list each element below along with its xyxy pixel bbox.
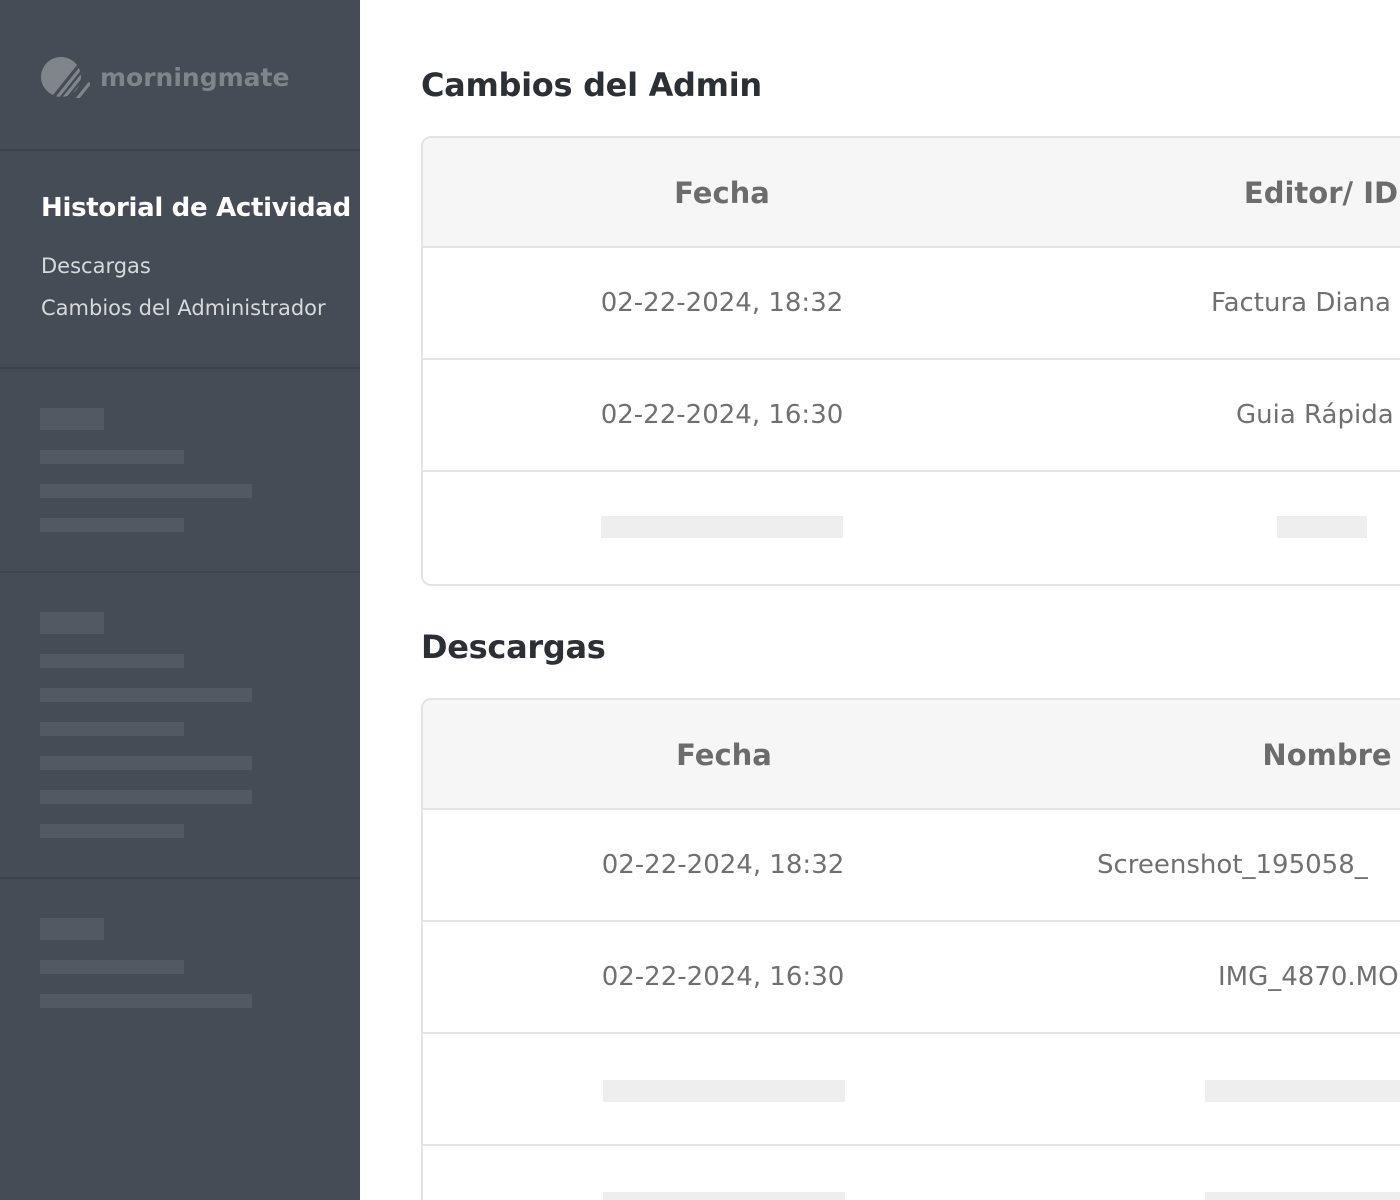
cell-editor: Factura Diana (1211, 288, 1391, 318)
sidebar-skeleton-line (40, 484, 252, 498)
sidebar-skeleton-line (40, 824, 184, 838)
sidebar-link-descargas[interactable]: Descargas (41, 254, 151, 278)
sidebar-skeleton-line (40, 722, 184, 736)
column-header-editor-id[interactable]: Editor/ ID (1244, 138, 1398, 248)
downloads-title: Descargas (421, 628, 606, 666)
table-header: Fecha Nombre (423, 700, 1400, 810)
table-row[interactable]: 02-22-2024, 16:30 IMG_4870.MO (423, 922, 1400, 1034)
sidebar-skeleton-line (40, 654, 184, 668)
cell-placeholder (603, 1192, 845, 1200)
sidebar-divider (0, 571, 360, 573)
cell-placeholder (1277, 516, 1367, 538)
sidebar-skeleton-line (40, 994, 252, 1008)
cell-date: 02-22-2024, 18:32 (601, 850, 845, 880)
sidebar-divider (0, 367, 360, 369)
sidebar-skeleton-line (40, 960, 184, 974)
cell-placeholder (603, 1080, 845, 1102)
sidebar-skeleton-line (40, 790, 252, 804)
column-header-fecha[interactable]: Fecha (676, 700, 772, 810)
morningmate-logo-icon (41, 57, 90, 98)
table-row[interactable]: 02-22-2024, 18:32 Screenshot_195058_ (423, 810, 1400, 922)
sidebar: morningmate Historial de Actividad Desca… (0, 0, 360, 1200)
cell-file-name: Screenshot_195058_ (1097, 850, 1368, 880)
cell-placeholder (1205, 1192, 1400, 1200)
sidebar-divider (0, 877, 360, 879)
admin-changes-title: Cambios del Admin (421, 66, 762, 104)
sidebar-skeleton-line (40, 688, 252, 702)
app-root: morningmate Historial de Actividad Desca… (0, 0, 1400, 1200)
table-row[interactable]: 02-22-2024, 18:32 Factura Diana (423, 248, 1400, 360)
sidebar-skeleton-heading (40, 612, 104, 634)
table-row-placeholder (423, 1146, 1400, 1200)
cell-date: 02-22-2024, 18:32 (600, 288, 844, 318)
brand-name: morningmate (100, 62, 290, 92)
sidebar-skeleton-line (40, 518, 184, 532)
downloads-table: Fecha Nombre 02-22-2024, 18:32 Screensho… (421, 698, 1400, 1200)
sidebar-divider (0, 149, 360, 151)
cell-placeholder (601, 516, 843, 538)
column-header-nombre[interactable]: Nombre (1262, 700, 1391, 810)
column-header-fecha[interactable]: Fecha (674, 138, 770, 248)
sidebar-skeleton-line (40, 450, 184, 464)
cell-date: 02-22-2024, 16:30 (601, 962, 845, 992)
cell-editor: Guia Rápida (1236, 400, 1394, 430)
sidebar-link-cambios-administrador[interactable]: Cambios del Administrador (41, 296, 326, 320)
table-row[interactable]: 02-22-2024, 16:30 Guia Rápida (423, 360, 1400, 472)
sidebar-skeleton-heading (40, 408, 104, 430)
cell-placeholder (1205, 1080, 1400, 1102)
table-row-placeholder (423, 472, 1400, 584)
admin-changes-table: Fecha Editor/ ID 02-22-2024, 18:32 Factu… (421, 136, 1400, 586)
cell-date: 02-22-2024, 16:30 (600, 400, 844, 430)
brand-logo[interactable]: morningmate (40, 56, 289, 98)
sidebar-skeleton-heading (40, 918, 104, 940)
table-row-placeholder (423, 1034, 1400, 1146)
sidebar-skeleton-line (40, 756, 252, 770)
sidebar-title: Historial de Actividad (41, 193, 351, 223)
table-header: Fecha Editor/ ID (423, 138, 1400, 248)
cell-file-name: IMG_4870.MO (1218, 962, 1399, 992)
